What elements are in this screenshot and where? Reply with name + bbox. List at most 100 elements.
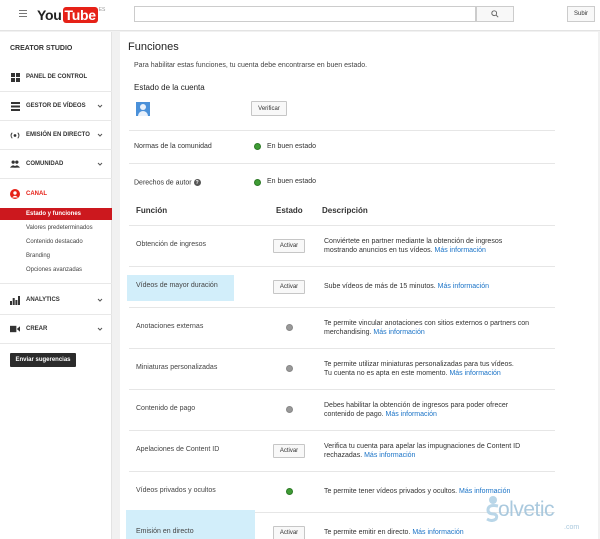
feature-description-line: Sube vídeos de más de 15 minutos. <box>324 282 436 290</box>
row-divider <box>129 266 555 267</box>
send-feedback-button[interactable]: Enviar sugerencias <box>10 353 76 367</box>
feature-description-line: Te permite vincular anotaciones con siti… <box>324 319 530 327</box>
sidebar-subitem-advanced[interactable]: Opciones avanzadas <box>0 264 112 276</box>
chevron-down-icon <box>97 104 103 108</box>
youtube-logo[interactable]: You Tube ES <box>37 7 105 23</box>
feature-name: Apelaciones de Content ID <box>136 445 220 453</box>
status-enabled-icon <box>286 487 293 495</box>
sidebar-title: CREATOR STUDIO <box>10 45 73 52</box>
help-icon[interactable]: ? <box>193 179 201 186</box>
feature-name: Obtención de ingresos <box>136 240 207 248</box>
sidebar-subitem-defaults[interactable]: Valores predeterminados <box>0 222 112 234</box>
row-divider <box>129 389 555 390</box>
verify-button[interactable]: Verificar <box>251 101 287 116</box>
video-manager-icon <box>10 101 20 111</box>
feature-description-line: Debes habilitar la obtención de ingresos… <box>324 401 509 409</box>
column-header-feature: Función <box>136 206 168 215</box>
search-icon <box>491 10 499 18</box>
feature-description-line: Tu cuenta no es apta en este momento. <box>324 369 448 377</box>
feature-description-line: Te permite tener vídeos privados y ocult… <box>324 487 458 495</box>
upload-button[interactable]: Subir <box>567 6 595 22</box>
status-unavailable-icon <box>286 364 293 372</box>
chevron-down-icon <box>97 133 103 137</box>
copyright-status-icon <box>254 179 261 186</box>
row-divider <box>129 430 555 431</box>
community-status-icon <box>254 143 261 150</box>
sidebar-item-live-stream[interactable]: EMISIÓN EN DIRECTO <box>0 128 112 142</box>
community-icon <box>10 159 20 169</box>
more-info-link[interactable]: Más información <box>435 247 486 254</box>
page-title: Funciones <box>128 41 179 53</box>
more-info-link[interactable]: Más información <box>373 329 424 336</box>
main-panel: Funciones Para habilitar estas funciones… <box>120 32 598 539</box>
feature-description-line: Verifica tu cuenta para apelar las impug… <box>324 442 521 450</box>
feature-description-line: Te permite emitir en directo. <box>324 528 411 536</box>
search-input[interactable] <box>134 6 476 22</box>
feature-name: Anotaciones externas <box>136 322 204 330</box>
sidebar: CREATOR STUDIO PANEL DE CONTROL GESTOR D… <box>0 32 112 539</box>
feature-description-line: rechazadas. <box>324 451 363 459</box>
sidebar-item-video-manager[interactable]: GESTOR DE VÍDEOS <box>0 99 112 113</box>
feature-description: Te permite vincular anotaciones con siti… <box>324 319 556 337</box>
more-info-link[interactable]: Más información <box>438 283 489 290</box>
feature-description-line: Conviértete en partner mediante la obten… <box>324 237 503 245</box>
column-header-status: Estado <box>276 206 303 215</box>
sidebar-subitem-branding[interactable]: Branding <box>0 250 112 262</box>
chevron-down-icon <box>97 162 103 166</box>
feature-name: Emisión en directo <box>136 527 194 535</box>
create-icon <box>10 324 20 334</box>
activate-button[interactable]: Activar <box>273 525 305 539</box>
search-button[interactable] <box>476 6 514 22</box>
live-stream-icon <box>10 130 20 140</box>
sidebar-item-analytics[interactable]: ANALYTICS <box>0 293 112 307</box>
feature-description-line: contenido de pago. <box>324 410 384 418</box>
feature-description: Sube vídeos de más de 15 minutos. Más in… <box>324 282 556 291</box>
feature-description-line: merchandising. <box>324 328 372 336</box>
community-status-text: En buen estado <box>267 143 317 150</box>
row-divider <box>129 471 555 472</box>
feature-description-line: mostrando anuncios en tus vídeos. <box>324 246 433 254</box>
chevron-down-icon <box>97 298 103 302</box>
sidebar-subitem-status-features[interactable]: Estado y funciones <box>0 208 112 220</box>
sidebar-item-community[interactable]: COMUNIDAD <box>0 157 112 171</box>
row-divider <box>129 307 555 308</box>
analytics-icon <box>10 295 20 305</box>
sidebar-subitem-featured-content[interactable]: Contenido destacado <box>0 236 112 248</box>
more-info-link[interactable]: Más información <box>364 452 415 459</box>
status-unavailable-icon <box>286 405 293 413</box>
sidebar-item-channel[interactable]: CANAL <box>0 187 112 201</box>
feature-name: Vídeos de mayor duración <box>136 281 218 289</box>
status-unavailable-icon <box>286 323 293 331</box>
copyright-status-text: En buen estado <box>267 178 317 185</box>
solvetic-watermark: olvetic .com <box>480 488 595 536</box>
column-header-description: Descripción <box>322 206 368 215</box>
activate-button[interactable]: Activar <box>273 443 305 458</box>
feature-name: Contenido de pago <box>136 404 196 412</box>
sidebar-item-create[interactable]: CREAR <box>0 322 112 336</box>
more-info-link[interactable]: Más información <box>386 411 437 418</box>
feature-description: Debes habilitar la obtención de ingresos… <box>324 401 556 419</box>
page-description: Para habilitar estas funciones, tu cuent… <box>134 62 368 69</box>
feature-name: Miniaturas personalizadas <box>136 363 218 371</box>
feature-name: Vídeos privados y ocultos <box>136 486 216 494</box>
top-bar: You Tube ES Subir <box>0 0 600 31</box>
feature-description: Verifica tu cuenta para apelar las impug… <box>324 442 556 460</box>
sidebar-item-dashboard[interactable]: PANEL DE CONTROL <box>0 70 112 84</box>
feature-description: Te permite utilizar miniaturas personali… <box>324 360 556 378</box>
feature-description-line: Te permite utilizar miniaturas personali… <box>324 360 514 368</box>
activate-button[interactable]: Activar <box>273 279 305 294</box>
feature-description: Conviértete en partner mediante la obten… <box>324 237 556 255</box>
hamburger-menu-icon[interactable] <box>19 10 27 17</box>
dashboard-icon <box>10 72 20 82</box>
account-status-title: Estado de la cuenta <box>134 83 205 92</box>
row-divider <box>129 348 555 349</box>
avatar <box>136 102 150 116</box>
channel-icon <box>10 189 20 199</box>
copyright-label: Derechos de autor? <box>134 179 201 187</box>
activate-button[interactable]: Activar <box>273 238 305 253</box>
community-guidelines-label: Normas de la comunidad <box>134 143 212 150</box>
more-info-link[interactable]: Más información <box>449 370 500 377</box>
chevron-down-icon <box>97 327 103 331</box>
feature-highlight <box>126 510 255 539</box>
more-info-link[interactable]: Más información <box>412 529 463 536</box>
